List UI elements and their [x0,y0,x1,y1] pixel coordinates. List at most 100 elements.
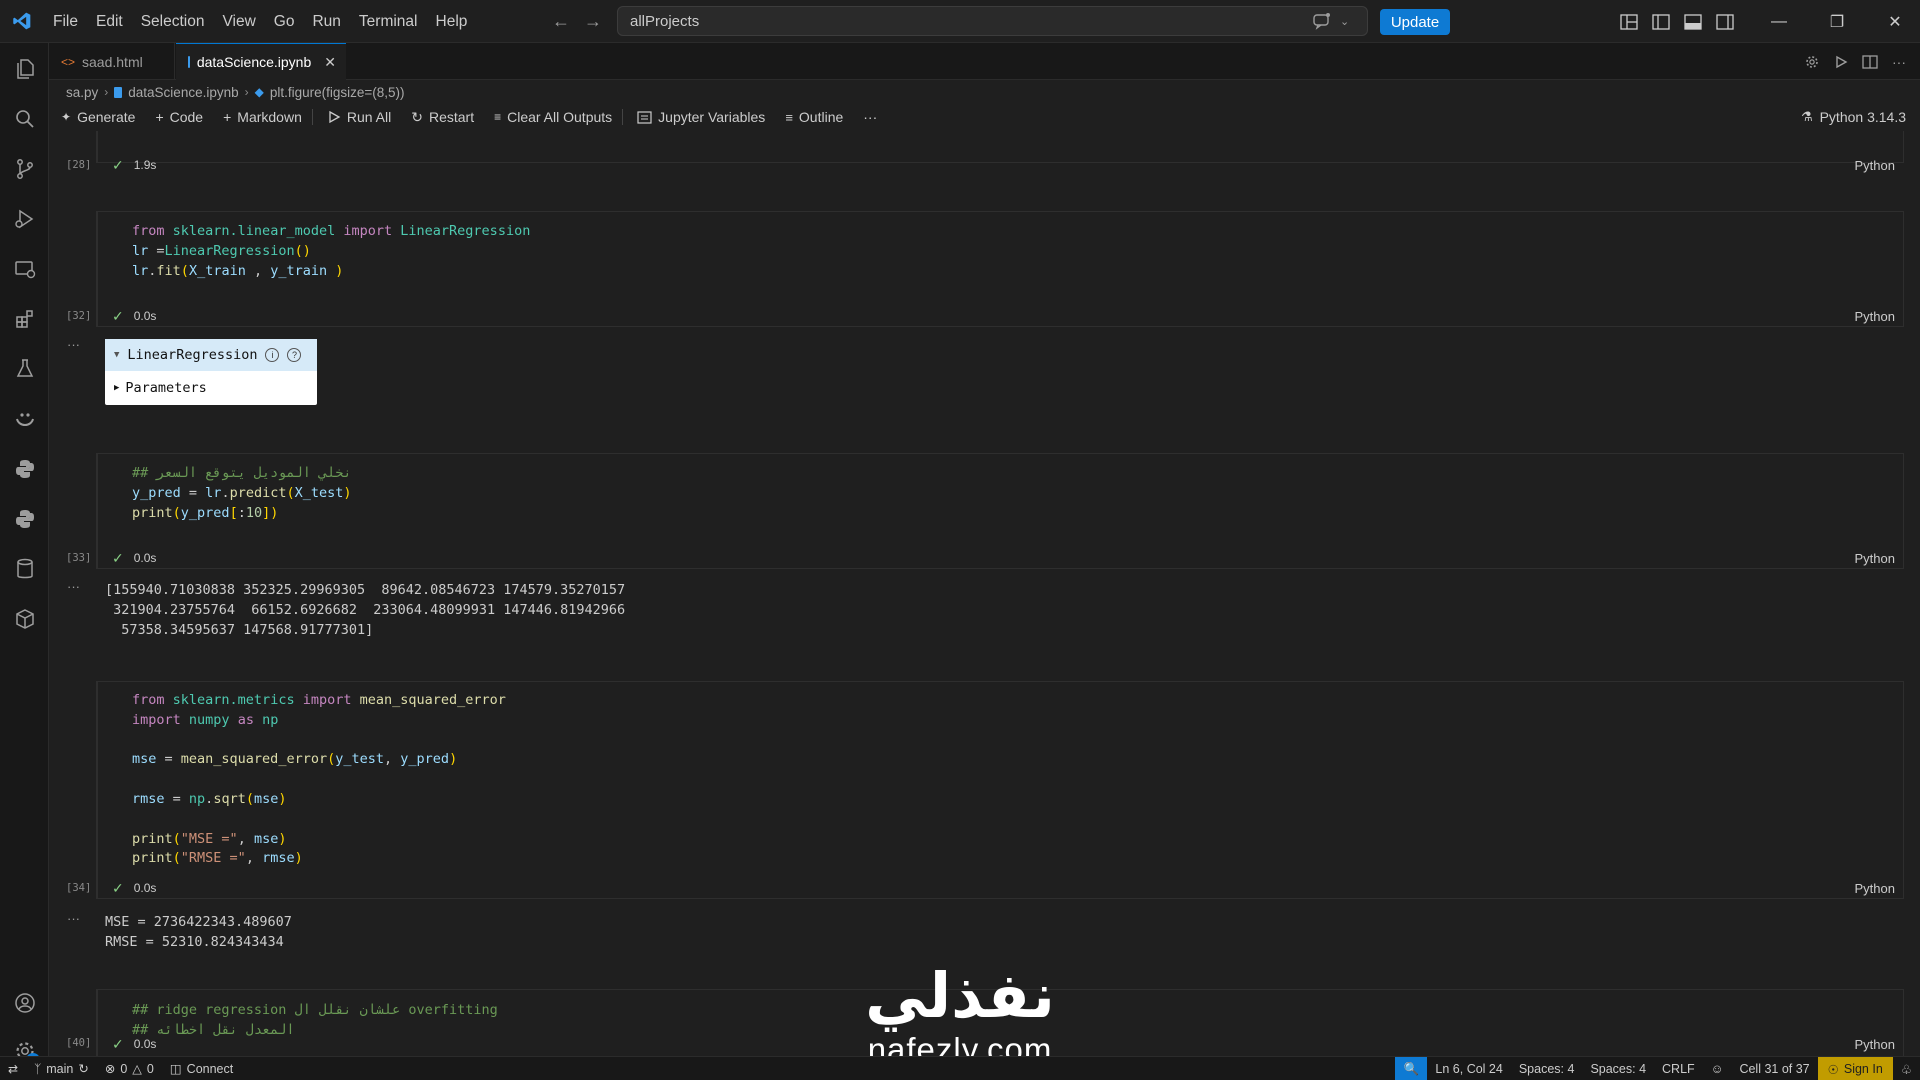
kernel-label: Python 3.14.3 [1819,109,1906,125]
toggle-primary-sidebar-icon[interactable] [1652,13,1670,30]
testing-flask-icon[interactable] [0,347,49,391]
execution-count: [32] [66,310,92,322]
menu-edit[interactable]: Edit [87,0,132,43]
back-arrow-icon[interactable]: ← [552,11,570,32]
more-actions-icon[interactable]: ··· [1892,54,1906,70]
execution-time: 0.0s [133,551,157,565]
cell-language[interactable]: Python [1855,551,1895,566]
tab-saad-html[interactable]: <> saad.html [49,43,175,80]
output-menu[interactable]: ··· [67,911,80,926]
settings-gear-icon[interactable] [1804,54,1820,70]
forward-arrow-icon[interactable]: → [584,11,602,32]
toggle-panel-icon[interactable] [1684,13,1702,30]
code-editor[interactable]: from sklearn.linear_model import LinearR… [132,221,530,281]
zoom-indicator[interactable]: 🔍 [1395,1057,1428,1080]
notebook-editor: [28] ✓ 1.9s Python from sklearn.linear_m… [49,131,1920,1056]
code-cell-28[interactable] [96,131,1904,163]
remote-indicator[interactable]: ⇄ [0,1057,26,1080]
copilot-chat-icon[interactable] [1312,12,1332,30]
generate-button[interactable]: ✦ Generate [49,104,143,130]
cell-language[interactable]: Python [1855,881,1895,896]
toggle-secondary-sidebar-icon[interactable] [1716,13,1734,30]
chevron-down-icon[interactable]: ⌄ [1340,15,1349,28]
info-icon[interactable]: i [265,348,280,362]
execution-time: 0.0s [133,309,157,323]
output-menu[interactable]: ··· [67,579,80,594]
containers-icon[interactable] [0,597,49,641]
estimator-header[interactable]: ▼ LinearRegression i ? [105,339,317,371]
more-toolbar-button[interactable]: ··· [851,104,885,130]
menu-run[interactable]: Run [303,0,349,43]
accounts-icon[interactable] [0,981,49,1025]
customize-layout-icon[interactable] [1620,13,1638,30]
outline-button[interactable]: ≡ Outline [773,104,851,130]
breadcrumb-item[interactable]: plt.figure(figsize=(8,5)) [270,85,405,100]
connect-indicator[interactable]: ◫ Connect [162,1057,241,1080]
menu-selection[interactable]: Selection [132,0,214,43]
output-menu[interactable]: ··· [67,337,80,352]
help-icon[interactable]: ? [287,348,302,362]
database-icon[interactable] [0,547,49,591]
indentation-1[interactable]: Spaces: 4 [1511,1057,1583,1080]
breadcrumb-item[interactable]: dataScience.ipynb [128,85,238,100]
clear-outputs-button[interactable]: ≡ Clear All Outputs [482,104,620,130]
notifications-bell-icon[interactable]: ♧ [1893,1057,1920,1080]
success-check-icon: ✓ [112,549,124,566]
end-of-line[interactable]: CRLF [1654,1057,1703,1080]
run-play-icon[interactable] [1834,55,1848,69]
tab-label: saad.html [82,53,143,70]
estimator-title: LinearRegression [127,347,258,363]
source-control-icon[interactable] [0,147,49,191]
menu-file[interactable]: File [44,0,87,43]
navigation-arrows: ← → [552,0,602,43]
copilot-status-icon[interactable]: ☺ [1703,1057,1732,1080]
update-button[interactable]: Update [1380,9,1450,35]
restart-button[interactable]: ↻ Restart [399,104,482,130]
cursor-position[interactable]: Ln 6, Col 24 [1427,1057,1510,1080]
cell-language[interactable]: Python [1855,1037,1895,1052]
menu-help[interactable]: Help [427,0,477,43]
copilot-face-icon[interactable] [0,397,49,441]
code-editor[interactable]: ## ridge regression علشان نقلل ال overfi… [132,1000,498,1040]
add-code-button[interactable]: + Code [143,104,211,130]
remote-explorer-icon[interactable] [0,247,49,291]
restore-icon[interactable]: ❐ [1808,12,1866,32]
menu-view[interactable]: View [213,0,264,43]
status-bar: ⇄ ᛉ main ↻ ⊗ 0 △ 0 ◫ Connect 🔍 Ln 6, Col… [0,1056,1920,1080]
run-debug-icon[interactable] [0,197,49,241]
indentation-2[interactable]: Spaces: 4 [1582,1057,1654,1080]
command-center-search[interactable]: allProjects [617,6,1368,36]
branch-indicator[interactable]: ᛉ main ↻ [26,1057,97,1080]
jupyter-variables-button[interactable]: Jupyter Variables [625,104,773,130]
search-icon[interactable] [0,97,49,141]
tab-datascience-ipynb[interactable]: dataScience.ipynb ✕ [176,43,346,80]
close-icon[interactable]: ✕ [324,54,336,71]
problems-indicator[interactable]: ⊗ 0 △ 0 [97,1057,162,1080]
extensions-icon[interactable] [0,297,49,341]
parameters-toggle[interactable]: ▶ Parameters [105,371,317,405]
code-cell-33[interactable] [96,453,1904,569]
split-editor-icon[interactable] [1862,54,1878,70]
cell-language[interactable]: Python [1855,309,1895,324]
code-editor[interactable]: from sklearn.metrics import mean_squared… [132,691,506,869]
sync-icon: ↻ [78,1062,89,1076]
menu-terminal[interactable]: Terminal [350,0,427,43]
run-all-button[interactable]: Run All [315,104,399,130]
cell-output: [155940.71030838 352325.29969305 89642.0… [105,582,626,638]
add-markdown-button[interactable]: + Markdown [211,104,310,130]
cell-language[interactable]: Python [1855,158,1895,173]
close-icon[interactable]: ✕ [1866,12,1920,32]
menu-go[interactable]: Go [265,0,304,43]
kernel-picker[interactable]: ⚗ Python 3.14.3 [1801,104,1906,130]
parameters-label: Parameters [125,380,207,396]
python-environments-icon[interactable] [0,497,49,541]
menu-bar: File Edit Selection View Go Run Terminal… [44,0,476,43]
code-editor[interactable]: ## نخلي الموديل يتوقع السعر y_pred = lr.… [132,463,352,523]
copilot-controls: ⌄ [1312,8,1349,34]
python-icon[interactable] [0,447,49,491]
cell-indicator[interactable]: Cell 31 of 37 [1731,1057,1817,1080]
breadcrumb-item[interactable]: sa.py [66,85,98,100]
minimize-icon[interactable]: — [1750,13,1808,31]
sign-in-button[interactable]: ☉ Sign In [1817,1057,1893,1080]
explorer-icon[interactable] [0,47,49,91]
